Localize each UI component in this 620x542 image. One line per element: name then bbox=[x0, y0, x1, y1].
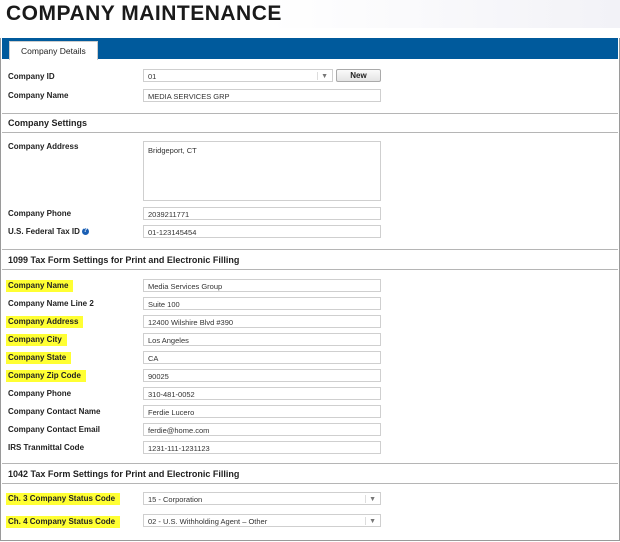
company-name-field[interactable]: MEDIA SERVICES GRP bbox=[143, 89, 381, 102]
section-divider bbox=[2, 132, 618, 133]
form-1099-heading: 1099 Tax Form Settings for Print and Ele… bbox=[8, 255, 240, 265]
company-phone-label: Company Phone bbox=[8, 209, 72, 218]
tab-company-details[interactable]: Company Details bbox=[9, 41, 98, 60]
section-divider bbox=[2, 269, 618, 270]
form-1099-phone-label: Company Phone bbox=[8, 389, 72, 398]
form-1099-city-field[interactable]: Los Angeles bbox=[143, 333, 381, 346]
highlight-marker: Company Name bbox=[6, 280, 74, 292]
form-1099-city-label: Company City bbox=[6, 333, 67, 346]
company-settings-heading: Company Settings bbox=[8, 118, 88, 128]
highlight-marker: Ch. 4 Company Status Code bbox=[6, 516, 121, 528]
highlight-marker: Ch. 3 Company Status Code bbox=[6, 493, 121, 505]
chevron-down-icon: ▼ bbox=[369, 496, 376, 503]
select-separator bbox=[365, 495, 366, 503]
form-1042-heading: 1042 Tax Form Settings for Print and Ele… bbox=[8, 469, 240, 479]
form-1099-name2-field[interactable]: Suite 100 bbox=[143, 297, 381, 310]
form-1099-irs-code-field[interactable]: 1231-111-1231123 bbox=[143, 441, 381, 454]
tax-id-label: U.S. Federal Tax ID? bbox=[8, 225, 89, 238]
form-1099-zip-label: Company Zip Code bbox=[6, 369, 86, 382]
form-1099-name-label: Company Name bbox=[6, 279, 74, 292]
highlight-marker: Company State bbox=[6, 352, 72, 364]
chevron-down-icon: ▼ bbox=[321, 73, 328, 80]
section-divider bbox=[2, 113, 618, 114]
form-1099-state-field[interactable]: CA bbox=[143, 351, 381, 364]
ch4-status-value: 02 - U.S. Withholding Agent – Other bbox=[148, 517, 268, 526]
form-1099-name2-label: Company Name Line 2 bbox=[8, 299, 94, 308]
tax-id-field[interactable]: 01-123145454 bbox=[143, 225, 381, 238]
title-background bbox=[270, 0, 620, 28]
tax-id-label-text: U.S. Federal Tax ID bbox=[8, 227, 80, 236]
highlight-marker: Company Address bbox=[6, 316, 84, 328]
form-1099-contact-label: Company Contact Name bbox=[8, 407, 101, 416]
form-1099-phone-field[interactable]: 310-481-0052 bbox=[143, 387, 381, 400]
form-1099-address-label: Company Address bbox=[6, 315, 84, 328]
help-icon[interactable]: ? bbox=[81, 228, 89, 236]
form-1099-irs-code-label: IRS Tranmittal Code bbox=[8, 443, 85, 452]
section-divider bbox=[2, 249, 618, 250]
ch4-status-label: Ch. 4 Company Status Code bbox=[6, 515, 121, 528]
highlight-marker: Company Zip Code bbox=[6, 370, 86, 382]
chevron-down-icon: ▼ bbox=[369, 518, 376, 525]
form-1099-email-label: Company Contact Email bbox=[8, 425, 101, 434]
section-divider bbox=[2, 463, 618, 464]
ch3-status-label: Ch. 3 Company Status Code bbox=[6, 492, 121, 505]
ch3-status-select[interactable]: 15 - Corporation ▼ bbox=[143, 492, 381, 505]
ch3-status-value: 15 - Corporation bbox=[148, 495, 203, 504]
company-id-select[interactable]: 01 ▼ bbox=[143, 69, 333, 82]
company-phone-field[interactable]: 2039211771 bbox=[143, 207, 381, 220]
form-1099-name-field[interactable]: Media Services Group bbox=[143, 279, 381, 292]
form-1099-email-field[interactable]: ferdie@home.com bbox=[143, 423, 381, 436]
company-name-label: Company Name bbox=[8, 91, 69, 100]
section-divider bbox=[2, 483, 618, 484]
select-separator bbox=[365, 517, 366, 525]
form-1099-zip-field[interactable]: 90025 bbox=[143, 369, 381, 382]
company-id-label: Company ID bbox=[8, 72, 55, 81]
form-1099-state-label: Company State bbox=[6, 351, 72, 364]
highlight-marker: Company City bbox=[6, 334, 67, 346]
company-address-textarea[interactable]: Bridgeport, CT bbox=[143, 141, 381, 201]
page-title: COMPANY MAINTENANCE bbox=[6, 2, 282, 25]
company-id-value: 01 bbox=[148, 72, 157, 81]
company-address-label: Company Address bbox=[8, 142, 79, 151]
form-1099-address-field[interactable]: 12400 Wilshire Blvd #390 bbox=[143, 315, 381, 328]
ch4-status-select[interactable]: 02 - U.S. Withholding Agent – Other ▼ bbox=[143, 514, 381, 527]
new-button[interactable]: New bbox=[336, 69, 381, 82]
select-separator bbox=[317, 72, 318, 80]
form-1099-contact-field[interactable]: Ferdie Lucero bbox=[143, 405, 381, 418]
